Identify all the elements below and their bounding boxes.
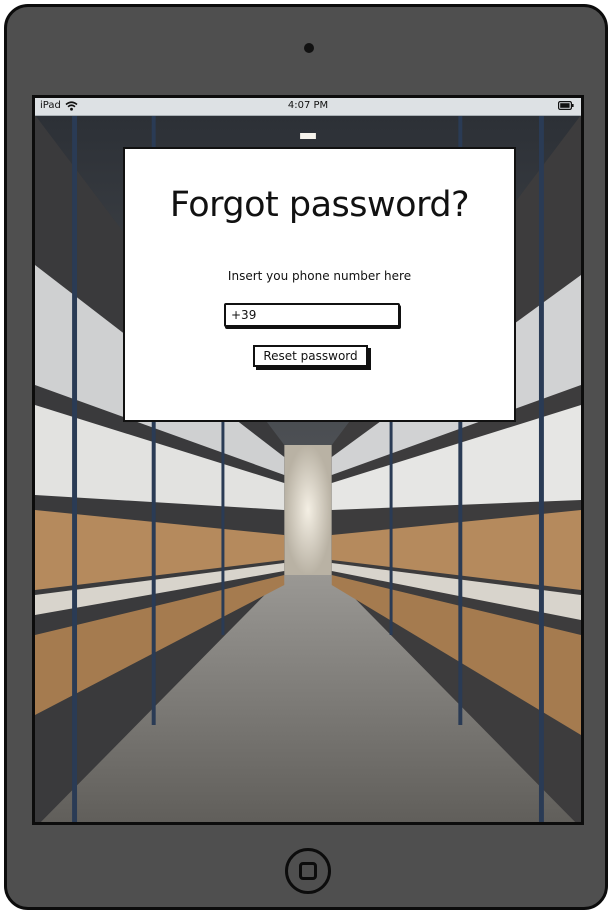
reset-password-button[interactable]: Reset password [253, 345, 368, 367]
status-time: 4:07 PM [287, 100, 329, 111]
forgot-password-dialog: Forgot password? Insert you phone number… [123, 147, 516, 422]
status-right [558, 101, 574, 113]
dialog-title: Forgot password? [169, 185, 470, 225]
tablet-frame: iPad 4:07 PM Forgot password? Insert you… [4, 4, 608, 910]
phone-field-label: Insert you phone number here [227, 269, 412, 283]
screen: iPad 4:07 PM Forgot password? Insert you… [32, 95, 584, 825]
home-button-icon [299, 862, 317, 880]
front-camera [304, 43, 314, 53]
status-bar: iPad 4:07 PM [35, 98, 581, 116]
battery-icon [558, 101, 574, 111]
phone-number-input[interactable] [224, 303, 400, 327]
home-button[interactable] [285, 848, 331, 894]
